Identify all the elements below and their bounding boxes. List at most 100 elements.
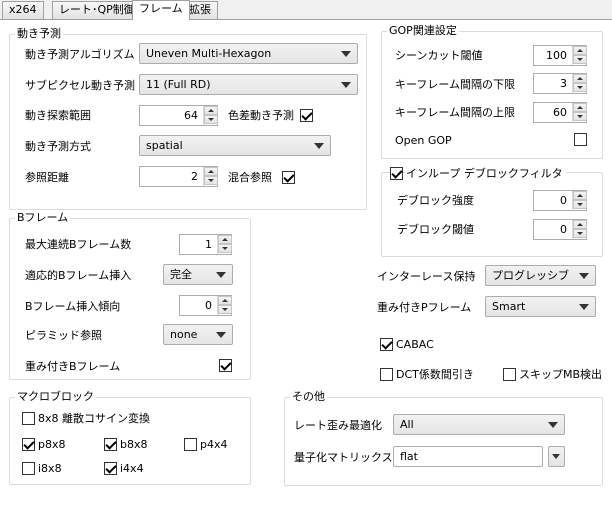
deblock-strength-label: デブロック強度 — [397, 194, 474, 207]
spin-up-icon[interactable] — [218, 296, 232, 305]
gop-group-title: GOP関連設定 — [387, 24, 459, 38]
tab-rate-qp[interactable]: レート･QP制御 — [52, 1, 142, 19]
dct8x8-checkbox[interactable] — [22, 412, 35, 425]
cqm-field[interactable]: flat — [393, 446, 543, 467]
scenecut-spinner[interactable]: 100 — [533, 45, 587, 66]
interlace-label: インターレース保持 — [377, 270, 476, 283]
weighted-b-checkbox[interactable] — [219, 359, 232, 372]
keyint-min-spinner[interactable]: 3 — [533, 73, 587, 94]
bframe-bias-spinner[interactable]: 0 — [179, 295, 232, 316]
keyint-max-value: 60 — [553, 106, 567, 119]
spin-up-icon[interactable] — [573, 191, 587, 200]
scenecut-label: シーンカット閾値 — [395, 49, 483, 62]
dct8x8-label: 8x8 離散コサイン変換 — [38, 412, 151, 425]
weighted-b-label: 重み付きBフレーム — [25, 360, 121, 373]
b8x8-checkbox[interactable] — [104, 438, 117, 451]
spin-down-icon[interactable] — [573, 55, 587, 64]
me-mode-select[interactable]: spatial — [139, 135, 331, 156]
bframe-pyramid-value: none — [170, 328, 198, 341]
keyint-min-value: 3 — [560, 77, 567, 90]
deblock-strength-spinner[interactable]: 0 — [533, 190, 587, 211]
spin-down-icon[interactable] — [218, 305, 232, 314]
spin-down-icon[interactable] — [573, 200, 587, 209]
i8x8-checkbox[interactable] — [22, 462, 35, 475]
bframe-bias-value: 0 — [205, 299, 212, 312]
interlace-select[interactable]: プログレッシブ — [485, 265, 596, 286]
deblock-threshold-label: デブロック閾値 — [397, 223, 474, 236]
me-mode-value: spatial — [146, 139, 183, 152]
spin-down-icon[interactable] — [573, 83, 587, 92]
chevron-down-icon — [216, 332, 226, 338]
motion-group-title: 動き予測 — [15, 27, 63, 41]
keyint-max-label: キーフレーム間隔の上限 — [395, 106, 516, 119]
macroblock-group-title: マクロブロック — [15, 390, 96, 404]
spin-up-icon[interactable] — [204, 167, 218, 176]
bframe-pyramid-select[interactable]: none — [163, 324, 233, 345]
bframe-bias-label: Bフレーム挿入傾向 — [25, 300, 121, 313]
ref-label: 参照距離 — [25, 171, 69, 184]
deblock-threshold-spinner[interactable]: 0 — [533, 219, 587, 240]
rdo-select[interactable]: All — [393, 414, 565, 435]
i4x4-label: i4x4 — [120, 462, 144, 475]
bframe-max-label: 最大連続Bフレーム数 — [25, 238, 132, 251]
deblock-strength-value: 0 — [560, 194, 567, 207]
subpel-label: サブピクセル動き予測 — [25, 79, 135, 92]
tab-frame[interactable]: フレーム — [132, 0, 190, 20]
p4x4-label: p4x4 — [200, 438, 228, 451]
open-gop-checkbox[interactable] — [574, 133, 587, 146]
ref-spinner[interactable]: 2 — [139, 166, 218, 187]
bframe-adaptive-label: 適応的Bフレーム挿入 — [25, 269, 132, 282]
deblock-checkbox[interactable] — [390, 167, 403, 180]
spin-up-icon[interactable] — [573, 103, 587, 112]
skip-detect-label: スキップMB検出 — [519, 368, 603, 381]
bframe-max-spinner[interactable]: 1 — [179, 234, 232, 255]
subpel-select[interactable]: 11 (Full RD) — [139, 74, 358, 95]
spin-down-icon[interactable] — [204, 115, 218, 124]
spin-up-icon[interactable] — [204, 106, 218, 115]
p8x8-label: p8x8 — [38, 438, 66, 451]
spin-down-icon[interactable] — [573, 229, 587, 238]
weightp-select[interactable]: Smart — [485, 296, 596, 317]
bframe-max-value: 1 — [205, 238, 212, 251]
spin-down-icon[interactable] — [218, 244, 232, 253]
chevron-down-icon — [579, 304, 589, 310]
b8x8-label: b8x8 — [120, 438, 148, 451]
i8x8-label: i8x8 — [38, 462, 62, 475]
rdo-value: All — [400, 418, 414, 431]
me-algo-select[interactable]: Uneven Multi-Hexagon — [139, 43, 358, 64]
spin-down-icon[interactable] — [204, 176, 218, 185]
keyint-max-spinner[interactable]: 60 — [533, 102, 587, 123]
spin-up-icon[interactable] — [573, 220, 587, 229]
tab-x264[interactable]: x264 — [2, 1, 44, 19]
skip-detect-checkbox[interactable] — [503, 368, 516, 381]
chroma-me-label: 色差動き予測 — [228, 109, 294, 122]
dct-decimate-checkbox[interactable] — [380, 368, 393, 381]
dct-decimate-label: DCT係数間引き — [396, 368, 474, 381]
keyint-min-label: キーフレーム間隔の下限 — [395, 78, 516, 91]
tab-panel: 動き予測 動き予測アルゴリズム Uneven Multi-Hexagon サブピ… — [0, 19, 612, 515]
p4x4-checkbox[interactable] — [184, 438, 197, 451]
me-range-spinner[interactable]: 64 — [139, 105, 218, 126]
bframe-pyramid-label: ピラミッド参照 — [25, 329, 102, 342]
subpel-value: 11 (Full RD) — [146, 78, 211, 91]
deblock-group — [381, 172, 603, 257]
bframe-adaptive-select[interactable]: 完全 — [163, 264, 233, 285]
spin-up-icon[interactable] — [218, 235, 232, 244]
weightp-value: Smart — [492, 300, 526, 313]
cabac-checkbox[interactable] — [380, 338, 393, 351]
chroma-me-checkbox[interactable] — [300, 109, 313, 122]
chevron-down-icon — [314, 143, 324, 149]
i4x4-checkbox[interactable] — [104, 462, 117, 475]
interlace-value: プログレッシブ — [492, 269, 569, 282]
deblock-title: インループ デブロックフィルタ — [406, 167, 566, 181]
spin-up-icon[interactable] — [573, 46, 587, 55]
mixed-refs-label: 混合参照 — [228, 171, 272, 184]
spin-up-icon[interactable] — [573, 74, 587, 83]
bframe-group-title: Bフレーム — [15, 211, 71, 225]
bframe-adaptive-value: 完全 — [170, 268, 192, 281]
cqm-dropdown-button[interactable] — [548, 446, 565, 467]
p8x8-checkbox[interactable] — [22, 438, 35, 451]
spin-down-icon[interactable] — [573, 112, 587, 121]
cabac-label: CABAC — [396, 338, 434, 351]
mixed-refs-checkbox[interactable] — [282, 171, 295, 184]
